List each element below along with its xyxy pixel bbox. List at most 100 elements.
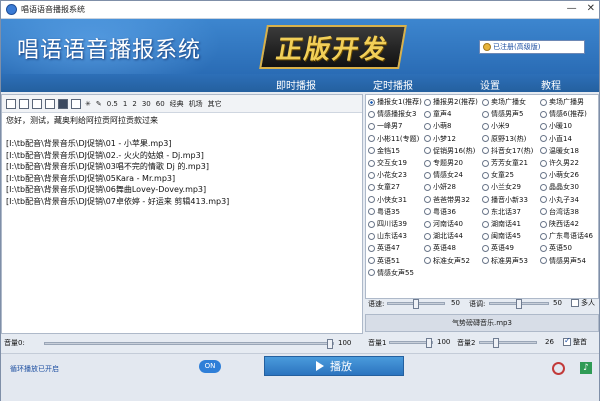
voice-radio[interactable]: [424, 159, 431, 167]
voice-option[interactable]: 小丸子34: [540, 195, 579, 205]
voice-radio[interactable]: [424, 135, 431, 143]
voice-option[interactable]: 专题男20: [424, 158, 463, 168]
voice-radio[interactable]: [368, 122, 375, 130]
voice-radio[interactable]: [540, 183, 547, 191]
voice-option[interactable]: 英语49: [482, 243, 514, 253]
sound-airport[interactable]: 机场: [188, 99, 204, 109]
registration-badge[interactable]: 已注册(高级版): [479, 40, 585, 54]
voice-radio[interactable]: [482, 244, 489, 252]
voice-option[interactable]: 广东粤语话46: [540, 231, 593, 241]
voice-option[interactable]: 小暖10: [540, 121, 572, 131]
voice-option[interactable]: 小兰女29: [482, 182, 521, 192]
voice-option[interactable]: 粤语36: [424, 207, 456, 217]
voice-radio[interactable]: [482, 183, 489, 191]
voice-option[interactable]: 陕西话42: [540, 219, 579, 229]
multi-checkbox[interactable]: 多人: [571, 298, 595, 308]
voice-option[interactable]: 四川话39: [368, 219, 407, 229]
voice-radio[interactable]: [540, 159, 547, 167]
voice-option[interactable]: 爸爸带男32: [424, 195, 470, 205]
voice-option[interactable]: 小侠女31: [368, 195, 407, 205]
voice-radio[interactable]: [424, 244, 431, 252]
voice-radio[interactable]: [540, 257, 547, 265]
voice-radio[interactable]: [482, 122, 489, 130]
volume2-slider[interactable]: [479, 338, 537, 348]
voice-option[interactable]: 情感6(推荐): [540, 109, 587, 119]
voice-radio[interactable]: [368, 110, 375, 118]
voice-option[interactable]: 晶晶女30: [540, 182, 579, 192]
tab-instant[interactable]: 即时播报: [276, 77, 316, 92]
voice-radio[interactable]: [368, 147, 375, 155]
voice-radio[interactable]: [540, 208, 547, 216]
voice-radio[interactable]: [368, 244, 375, 252]
voice-radio[interactable]: [540, 122, 547, 130]
voice-radio[interactable]: [424, 208, 431, 216]
voice-radio[interactable]: [482, 257, 489, 265]
voice-option[interactable]: 促销男16(热): [424, 146, 475, 156]
voice-option[interactable]: 情感女声55: [368, 268, 414, 278]
voice-radio[interactable]: [424, 220, 431, 228]
voice-option[interactable]: 英语51: [368, 256, 400, 266]
pitch-thumb[interactable]: [516, 299, 522, 309]
volume1-thumb[interactable]: [426, 338, 432, 348]
voice-option[interactable]: 小直14: [540, 134, 572, 144]
sound-classic[interactable]: 经典: [169, 99, 185, 109]
pitch-slider[interactable]: [489, 299, 549, 309]
voice-radio[interactable]: [368, 135, 375, 143]
voice-radio[interactable]: [540, 244, 547, 252]
voice-radio[interactable]: [540, 98, 547, 106]
whole-song-checkbox[interactable]: 整首: [563, 336, 587, 347]
voice-radio[interactable]: [424, 257, 431, 265]
minimize-icon[interactable]: —: [567, 3, 577, 14]
folder-icon[interactable]: [45, 98, 55, 109]
voice-radio[interactable]: [540, 171, 547, 179]
voice-radio[interactable]: [368, 208, 375, 216]
pause-0-5[interactable]: 0.5: [106, 100, 119, 108]
voice-radio[interactable]: [368, 257, 375, 265]
voice-option[interactable]: 小彬11(专题): [368, 134, 419, 144]
voice-option[interactable]: 播音小新33: [482, 195, 528, 205]
pause-30[interactable]: 30: [141, 100, 152, 108]
voice-radio[interactable]: [368, 98, 375, 106]
voice-option[interactable]: 原野13(热): [482, 134, 526, 144]
voice-radio[interactable]: [540, 135, 547, 143]
voice-option[interactable]: 童声4: [424, 109, 451, 119]
voice-radio[interactable]: [540, 110, 547, 118]
voice-option[interactable]: 标准女声52: [424, 256, 470, 266]
voice-option[interactable]: 台湾话38: [540, 207, 579, 217]
voice-radio[interactable]: [482, 110, 489, 118]
music-note-icon[interactable]: ♪: [580, 362, 592, 374]
voice-option[interactable]: 抖音女17(热): [482, 146, 533, 156]
close-icon[interactable]: ✕: [587, 3, 595, 14]
voice-radio[interactable]: [482, 135, 489, 143]
voice-option[interactable]: 卖场广播女: [482, 97, 526, 107]
voice-radio[interactable]: [368, 171, 375, 179]
voice-radio[interactable]: [482, 232, 489, 240]
voice-radio[interactable]: [424, 196, 431, 204]
copy-icon[interactable]: [6, 98, 16, 109]
voice-radio[interactable]: [368, 220, 375, 228]
voice-radio[interactable]: [540, 147, 547, 155]
speed-thumb[interactable]: [413, 299, 419, 309]
voice-option[interactable]: 女童27: [368, 182, 400, 192]
open-icon[interactable]: [32, 98, 42, 109]
tab-tutorial[interactable]: 教程: [541, 77, 561, 92]
voice-option[interactable]: 英语50: [540, 243, 572, 253]
voice-radio[interactable]: [368, 196, 375, 204]
voice-option[interactable]: 小米9: [482, 121, 509, 131]
voice-option[interactable]: 播报男2(推荐): [424, 97, 478, 107]
voice-radio[interactable]: [482, 147, 489, 155]
pause-2[interactable]: 2: [131, 100, 137, 108]
voice-option[interactable]: 金铛15: [368, 146, 400, 156]
paste-icon[interactable]: [19, 98, 29, 109]
volume1-slider[interactable]: [389, 338, 433, 348]
voice-option[interactable]: 一峰男7: [368, 121, 402, 131]
voice-option[interactable]: 粤语35: [368, 207, 400, 217]
left-volume-thumb[interactable]: [327, 338, 333, 349]
voice-radio[interactable]: [540, 232, 547, 240]
save-icon[interactable]: [58, 98, 68, 109]
voice-radio[interactable]: [482, 196, 489, 204]
voice-option[interactable]: 小花女23: [368, 170, 407, 180]
voice-option[interactable]: 播报女1(推荐): [368, 97, 422, 107]
sound-other[interactable]: 其它: [207, 99, 223, 109]
voice-radio[interactable]: [424, 122, 431, 130]
